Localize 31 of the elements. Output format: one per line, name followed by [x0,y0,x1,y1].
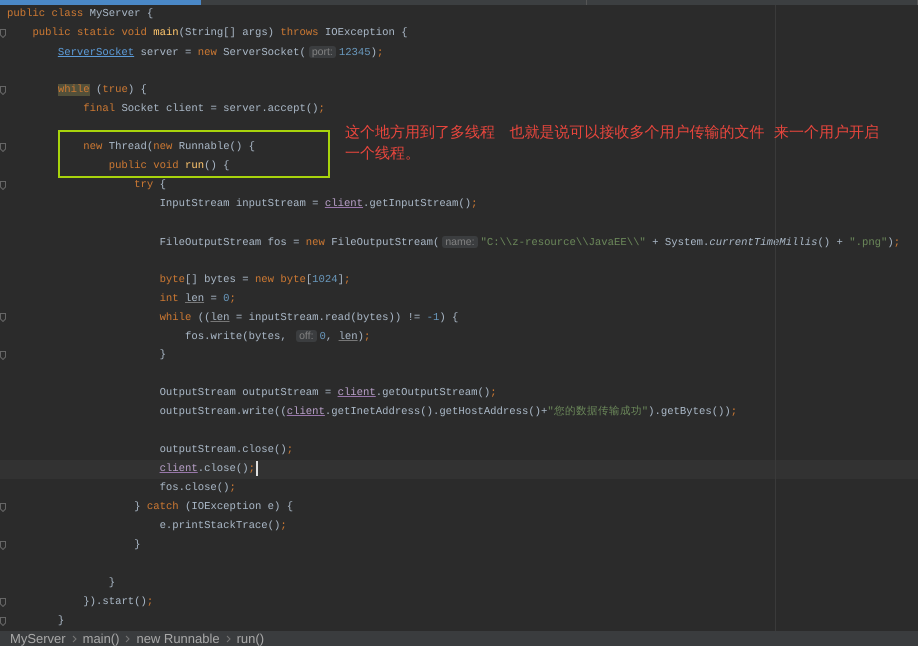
code-line: fos.close(); [158,481,236,496]
code-line: new Thread(new Runnable() { [82,140,255,155]
breadcrumb-item[interactable]: new Runnable [136,631,220,646]
code-line: while ((len = inputStream.read(bytes)) != -1) { [158,310,458,326]
code-line: e.printStackTrace(); [158,519,287,534]
code-line: } [56,614,64,629]
code-line: public void run() { [108,158,230,174]
code-line: final Socket client = server.accept(); [82,102,325,117]
code-line: byte[] bytes = new byte[1024]; [158,272,350,288]
annotation-note: 这个地方用到了多线程 也就是说可以接收多个用户传输的文件 来一个用户开启一个线程。 [345,122,880,164]
code-line: } [133,538,141,554]
code-line: public class MyServer { [7,7,154,22]
code-line: } [158,348,166,364]
code-line: }).start(); [82,595,154,610]
code-line: int len = 0; [158,292,236,307]
code-line: } [108,576,116,592]
code-line: client.close(); [7,460,258,480]
code-line: fos.write(bytes, off: 0, len); [184,329,370,346]
breadcrumb-item[interactable]: MyServer [10,631,66,646]
code-line: try { [133,178,166,193]
code-line: outputStream.write((client.getInetAddress().getHostAddress()+"您的数据传输成功").getBytes()); [158,404,738,420]
code-line: ServerSocket server = new ServerSocket( port: 12345); [56,44,384,61]
code-line: } catch (IOException e) { [133,500,294,516]
breadcrumb-item[interactable]: main() [82,631,120,646]
code-line: FileOutputStream fos = new FileOutputStream( name: "C:\\z-resource\\JavaEE\\" + System.currentTimeMillis() + ".png"); [158,234,900,251]
code-line: while (true) { [56,82,147,98]
breadcrumb-item[interactable]: run() [236,631,264,646]
code-line: public static void main(String[] args) throws IOException { [31,26,408,41]
code-line: OutputStream outputStream = client.getOutputStream(); [158,386,497,402]
code-line: InputStream inputStream = client.getInputStream(); [158,196,478,212]
code-line: outputStream.close(); [158,443,294,458]
